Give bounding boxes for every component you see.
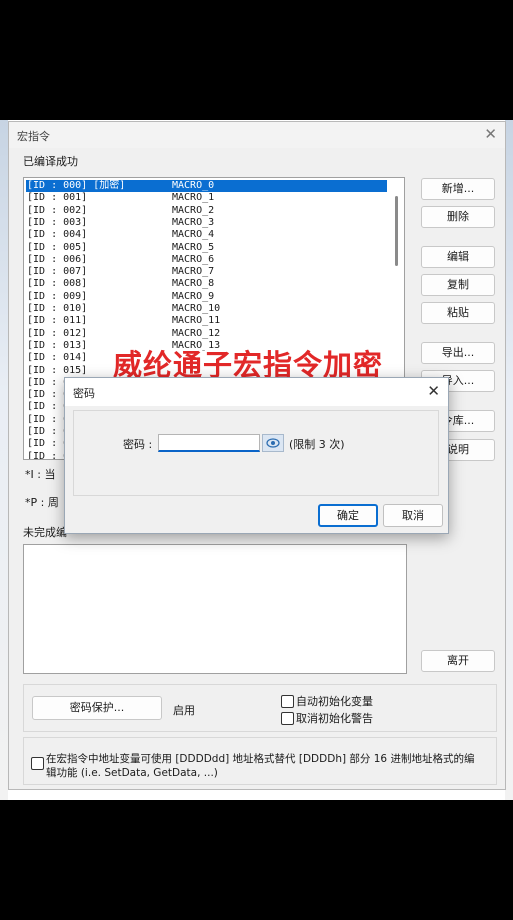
macro-id: [ID : 000] [加密] [27, 180, 126, 191]
cancel-init-warning-checkbox[interactable] [281, 712, 294, 725]
macro-list-item[interactable]: [ID : 006] MACRO_6 [26, 254, 387, 266]
note-p-label: *P : 周 [25, 496, 59, 509]
macro-name: MACRO_2 [172, 204, 215, 216]
macro-id: [ID : 015] [27, 364, 88, 376]
right-edge-strip [505, 120, 513, 800]
macro-list-item[interactable]: [ID : 004] MACRO_4 [26, 229, 387, 241]
macro-name: MACRO_5 [172, 241, 215, 253]
export-button[interactable]: 导出... [421, 342, 495, 364]
macro-list-item[interactable]: [ID : 012] MACRO_12 [26, 328, 387, 340]
password-dialog-titlebar: 密码 ✕ [65, 378, 448, 406]
password-groupbox [73, 410, 439, 496]
auto-init-checkbox[interactable] [281, 695, 294, 708]
macro-id: [ID : 006] [27, 253, 88, 265]
attempt-limit-label: (限制 3 次) [289, 438, 345, 451]
list-scrollbar[interactable] [395, 196, 398, 266]
macro-id: [ID : 007] [27, 266, 88, 278]
macro-id: [ID : 002] [27, 204, 88, 216]
macro-list-item[interactable]: [ID : 002] MACRO_2 [26, 205, 387, 217]
password-input[interactable] [158, 434, 260, 452]
macro-list-item[interactable]: [ID : 011] MACRO_11 [26, 315, 387, 327]
macro-name: MACRO_3 [172, 216, 215, 228]
show-password-button[interactable] [262, 434, 284, 452]
password-dialog: 密码 ✕ 密码 : (限制 3 次) 确定 取消 [64, 377, 449, 534]
password-protect-button[interactable]: 密码保护... [32, 696, 162, 720]
macro-name: MACRO_12 [172, 327, 221, 339]
top-dark-area [0, 0, 513, 120]
macro-id: [ID : 012] [27, 327, 88, 339]
paste-button[interactable]: 粘贴 [421, 302, 495, 324]
macro-name: MACRO_10 [172, 303, 221, 314]
macro-id: [ID : 011] [27, 315, 88, 327]
macro-list-item[interactable]: [ID : 003] MACRO_3 [26, 217, 387, 229]
macro-name: MACRO_1 [172, 192, 215, 204]
incomplete-label: 未完成编 [23, 526, 67, 539]
address-format-label-line2: 辑功能 (i.e. SetData, GetData, ...) [46, 767, 218, 779]
password-label: 密码 : [123, 438, 153, 451]
macro-name: MACRO_7 [172, 266, 215, 278]
macro-id: [ID : 004] [27, 229, 88, 241]
macro-list-item[interactable]: [ID : 001] MACRO_1 [26, 192, 387, 204]
edit-button[interactable]: 编辑 [421, 246, 495, 268]
macro-list-item[interactable]: [ID : 009] MACRO_9 [26, 291, 387, 303]
macro-id: [ID : 003] [27, 216, 88, 228]
copy-button[interactable]: 复制 [421, 274, 495, 296]
compile-status-label: 已编译成功 [23, 155, 78, 168]
macro-name: MACRO_9 [172, 290, 215, 302]
macro-list-item[interactable]: [ID : 000] [加密] MACRO_0 [26, 180, 387, 192]
note-i-label: *I : 当 [25, 468, 56, 481]
left-edge-strip [0, 120, 8, 800]
password-dialog-title: 密码 [73, 387, 95, 400]
bottom-dark-area [0, 800, 513, 920]
macro-dialog-title: 宏指令 [17, 130, 50, 143]
macro-list-item[interactable]: [ID : 005] MACRO_5 [26, 242, 387, 254]
macro-id: [ID : 009] [27, 290, 88, 302]
macro-name: MACRO_11 [172, 315, 221, 327]
cancel-button[interactable]: 取消 [383, 504, 443, 527]
address-format-label-line1: 在宏指令中地址变量可使用 [DDDDdd] 地址格式替代 [DDDDh] 部分 … [46, 753, 475, 765]
delete-button[interactable]: 删除 [421, 206, 495, 228]
cancel-init-warning-label: 取消初始化警告 [296, 712, 373, 725]
macro-name: MACRO_0 [172, 180, 215, 191]
macro-id: [ID : 005] [27, 241, 88, 253]
macro-dialog-titlebar: 宏指令 ✕ [9, 122, 505, 148]
macro-id: [ID : 014] [27, 352, 88, 364]
enable-label: 启用 [173, 704, 195, 717]
macro-id: [ID : 013] [27, 339, 88, 351]
macro-id: [ID : 001] [27, 192, 88, 204]
macro-name: MACRO_4 [172, 229, 215, 241]
macro-list-item[interactable]: [ID : 008] MACRO_8 [26, 278, 387, 290]
new-button[interactable]: 新增... [421, 178, 495, 200]
address-format-checkbox[interactable] [31, 757, 44, 770]
macro-list-item[interactable]: [ID : 007] MACRO_7 [26, 266, 387, 278]
password-dialog-close-icon[interactable]: ✕ [427, 382, 440, 400]
close-icon[interactable]: ✕ [484, 125, 497, 143]
auto-init-label: 自动初始化变量 [296, 695, 373, 708]
eye-icon [266, 438, 280, 448]
macro-name: MACRO_8 [172, 278, 215, 290]
ok-button[interactable]: 确定 [318, 504, 378, 527]
macro-name: MACRO_6 [172, 253, 215, 265]
incomplete-list[interactable] [23, 544, 407, 674]
macro-id: [ID : 010] [27, 303, 88, 314]
macro-id: [ID : 008] [27, 278, 88, 290]
exit-button[interactable]: 离开 [421, 650, 495, 672]
macro-list-item[interactable]: [ID : 010] MACRO_10 [26, 303, 387, 315]
